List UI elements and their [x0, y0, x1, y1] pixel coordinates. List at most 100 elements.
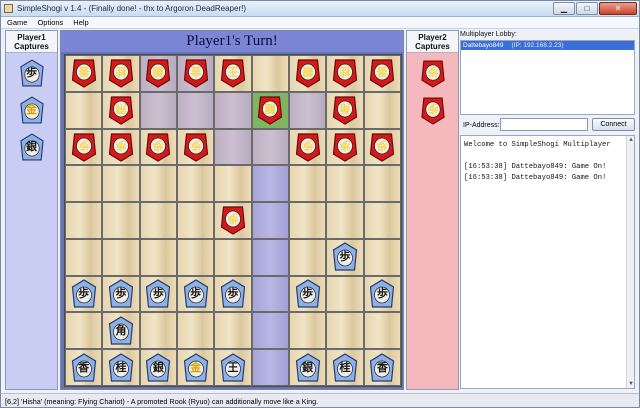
board-cell[interactable]: [176, 238, 215, 276]
lobby-entry[interactable]: Dattebayo849 (IP: 192.168.2.23): [461, 41, 634, 50]
red-piece[interactable]: 歩: [332, 132, 358, 162]
board-cell[interactable]: [65, 238, 103, 276]
red-piece[interactable]: 桂: [108, 58, 134, 89]
board-cell[interactable]: [326, 275, 364, 313]
board-cell[interactable]: 王: [214, 349, 252, 386]
board-cell[interactable]: [65, 312, 103, 350]
lobby-list[interactable]: Dattebayo849 (IP: 192.168.2.23): [460, 40, 635, 115]
board-cell[interactable]: [288, 91, 327, 129]
board-cell[interactable]: 角: [326, 91, 364, 129]
board-cell[interactable]: 飛: [102, 91, 140, 129]
captured-piece[interactable]: 銀: [19, 132, 44, 163]
board-cell[interactable]: 歩: [102, 128, 140, 166]
captured-piece[interactable]: 歩: [19, 58, 44, 89]
chat-log[interactable]: Welcome to SimpleShogi Multiplayer [16:5…: [460, 135, 635, 389]
board-cell[interactable]: [251, 165, 289, 203]
blue-piece[interactable]: 歩: [220, 279, 246, 309]
blue-piece[interactable]: 歩: [295, 279, 320, 309]
board-cell[interactable]: [251, 349, 289, 386]
board-cell[interactable]: [139, 312, 177, 350]
board-cell[interactable]: 香: [65, 55, 103, 92]
scroll-up-icon[interactable]: ▲: [627, 136, 635, 144]
red-piece[interactable]: 歩: [220, 205, 246, 236]
board-cell[interactable]: [363, 91, 401, 129]
blue-piece[interactable]: 歩: [108, 279, 134, 309]
board-cell[interactable]: [251, 202, 289, 239]
board-cell[interactable]: 銀: [288, 349, 327, 386]
board-cell[interactable]: 歩: [214, 202, 252, 239]
red-piece[interactable]: 銀: [146, 58, 171, 89]
board-cell[interactable]: [363, 165, 401, 203]
blue-piece[interactable]: 歩: [71, 279, 96, 309]
red-piece[interactable]: 香: [71, 58, 96, 89]
red-piece[interactable]: 歩: [370, 132, 395, 162]
red-piece[interactable]: 飛: [108, 95, 134, 125]
board-cell[interactable]: [251, 275, 289, 313]
board-cell[interactable]: [139, 238, 177, 276]
blue-piece[interactable]: 歩: [332, 242, 358, 272]
board-cell[interactable]: 銀: [139, 349, 177, 386]
captured-piece[interactable]: 歩: [420, 95, 445, 126]
board-cell[interactable]: [139, 91, 177, 129]
blue-piece[interactable]: 歩: [183, 279, 208, 309]
board-cell[interactable]: [214, 238, 252, 276]
board-cell[interactable]: 歩: [139, 128, 177, 166]
board-cell[interactable]: 龍: [251, 91, 289, 129]
board-cell[interactable]: 歩: [363, 128, 401, 166]
board-cell[interactable]: 桂: [326, 55, 364, 92]
maximize-icon[interactable]: □: [576, 2, 598, 15]
red-piece[interactable]: 角: [332, 95, 358, 125]
blue-piece[interactable]: 桂: [108, 352, 134, 383]
board-cell[interactable]: 歩: [326, 128, 364, 166]
board-cell[interactable]: 金: [176, 55, 215, 92]
red-piece[interactable]: 歩: [108, 132, 134, 162]
board-cell[interactable]: [288, 312, 327, 350]
board-cell[interactable]: 歩: [65, 275, 103, 313]
ip-address-input[interactable]: [500, 118, 588, 131]
board-cell[interactable]: 歩: [326, 238, 364, 276]
captured-piece[interactable]: 金: [19, 95, 44, 126]
board-cell[interactable]: [251, 55, 289, 92]
blue-piece[interactable]: 歩: [370, 279, 395, 309]
blue-piece[interactable]: 銀: [146, 352, 171, 383]
title-bar[interactable]: SimpleShogi v 1.4 - (Finally done! - thx…: [1, 1, 639, 17]
board-cell[interactable]: 銀: [288, 55, 327, 92]
board-cell[interactable]: [65, 202, 103, 239]
menu-help[interactable]: Help: [67, 17, 92, 28]
selected-red-piece[interactable]: 龍: [258, 95, 283, 125]
menu-options[interactable]: Options: [31, 17, 67, 28]
board-cell[interactable]: [288, 238, 327, 276]
board-cell[interactable]: [176, 312, 215, 350]
board-cell[interactable]: [288, 165, 327, 203]
board-cell[interactable]: [326, 202, 364, 239]
board-cell[interactable]: [363, 202, 401, 239]
board-cell[interactable]: 歩: [288, 275, 327, 313]
board-cell[interactable]: [363, 312, 401, 350]
board-cell[interactable]: [176, 202, 215, 239]
blue-piece[interactable]: 歩: [146, 279, 171, 309]
board-cell[interactable]: 歩: [176, 128, 215, 166]
scroll-down-icon[interactable]: ▼: [627, 380, 635, 388]
board-cell[interactable]: 角: [102, 312, 140, 350]
board-cell[interactable]: 歩: [176, 275, 215, 313]
board-cell[interactable]: 桂: [326, 349, 364, 386]
board-cell[interactable]: [65, 165, 103, 203]
blue-piece[interactable]: 角: [108, 316, 134, 346]
menu-game[interactable]: Game: [1, 17, 31, 28]
blue-piece[interactable]: 銀: [295, 352, 320, 383]
board-cell[interactable]: 桂: [102, 349, 140, 386]
chat-scrollbar[interactable]: ▲ ▼: [626, 136, 634, 388]
board-cell[interactable]: [251, 238, 289, 276]
board-cell[interactable]: [363, 238, 401, 276]
board-cell[interactable]: 歩: [139, 275, 177, 313]
board-cell[interactable]: 歩: [363, 275, 401, 313]
red-piece[interactable]: 歩: [71, 132, 96, 162]
board-cell[interactable]: [326, 165, 364, 203]
board-cell[interactable]: [65, 91, 103, 129]
board-cell[interactable]: 香: [65, 349, 103, 386]
board-cell[interactable]: 香: [363, 55, 401, 92]
minimize-icon[interactable]: ▁: [553, 2, 575, 15]
blue-piece[interactable]: 王: [220, 352, 246, 383]
board-cell[interactable]: 銀: [139, 55, 177, 92]
shogi-board[interactable]: 香桂銀金王銀桂香飛龍角歩歩歩歩歩歩歩歩歩歩歩歩歩歩歩歩角香桂銀金王銀桂香: [64, 54, 402, 387]
